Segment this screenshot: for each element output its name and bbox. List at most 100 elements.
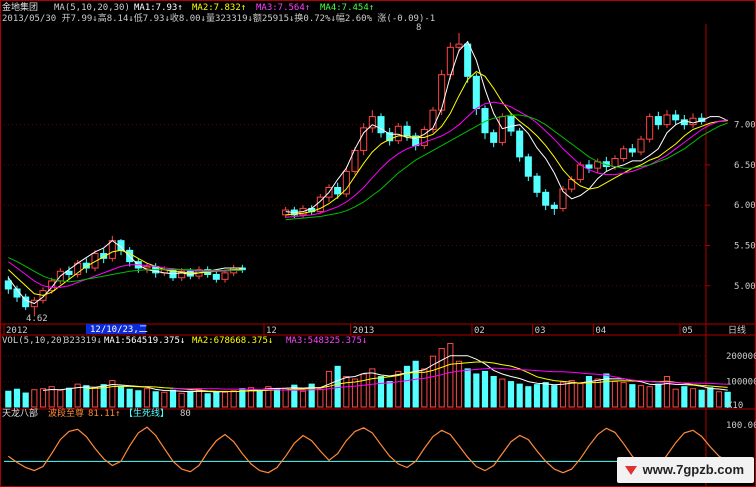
- vol-bar-down: [377, 376, 385, 408]
- vol-bar-down: [525, 386, 532, 408]
- ma-line-ma3: [8, 101, 728, 288]
- vol-bar-up: [559, 381, 567, 408]
- low-marker: 4.62: [26, 314, 48, 324]
- vol-bar-down: [65, 387, 73, 408]
- ma-line-ma1: [7, 40, 728, 305]
- vol-bar-up: [143, 388, 151, 408]
- ma4-value: MA4:7.454↑: [320, 3, 374, 13]
- vol-bar-up: [282, 387, 289, 408]
- cursor-date: 12/10/23,二: [90, 325, 148, 335]
- vol-bar-down: [204, 393, 211, 408]
- vol-bar-down: [707, 387, 714, 408]
- candle-down: [403, 125, 411, 137]
- vol-bar-down: [256, 389, 263, 408]
- vol-bar-up: [499, 378, 506, 408]
- watermark: www.7gpzb.com: [616, 457, 754, 483]
- vol-bar-up: [611, 381, 619, 408]
- indicator-tick-label: 100.00: [726, 421, 756, 431]
- candle-up: [498, 116, 506, 143]
- vol-bar-down: [655, 383, 662, 408]
- vol-bar-down: [187, 390, 194, 408]
- vol-bar-up: [637, 385, 645, 408]
- vol-bar-up: [447, 342, 454, 408]
- ma1-value: MA1:7.93↑: [134, 3, 183, 13]
- vol-bar-up: [438, 348, 445, 408]
- vol-ma2: MA2:678668.375↓: [192, 336, 273, 346]
- vol-bar-down: [533, 384, 541, 408]
- candle-down: [524, 156, 532, 177]
- vol-ma3: MA3:548325.375↓: [286, 336, 367, 346]
- vol-bar-up: [39, 388, 47, 408]
- candle-down: [628, 148, 636, 153]
- vol-bar-up: [568, 380, 575, 408]
- vol-bar-down: [481, 370, 489, 408]
- vol-value: 323319↓: [64, 336, 102, 346]
- vol-bar-up: [672, 388, 679, 408]
- candle-up: [394, 125, 402, 142]
- price-tick-label: 7.00: [734, 121, 756, 131]
- vol-bar-down: [629, 384, 636, 408]
- vol-tick-label: 100000: [726, 378, 756, 388]
- vol-tick-label: 200000: [726, 352, 756, 362]
- ma-label: MA(5,10,20,30): [54, 3, 130, 13]
- vol-bar-down: [516, 383, 523, 408]
- date-tick-label: 02: [474, 326, 485, 336]
- vol-bar-up: [178, 392, 185, 408]
- vol-bar-down: [5, 390, 12, 408]
- vol-bar-up: [195, 388, 203, 408]
- vol-bar-down: [169, 389, 177, 408]
- vol-bar-down: [22, 392, 29, 408]
- ma3-value: MA3:7.564↑: [256, 3, 310, 13]
- vol-bar-down: [386, 381, 393, 408]
- candle-down: [126, 249, 134, 263]
- vol-bar-down: [464, 368, 471, 408]
- vol-bar-down: [681, 386, 688, 408]
- ohlc-info-line: 2013/05/30 开7.99↓高8.14↓低7.93↓收8.00↓量3233…: [2, 12, 435, 24]
- stock-chart[interactable]: 7.006.506.005.505.0020121012201302030405…: [0, 0, 756, 487]
- vol-bar-up: [689, 388, 697, 408]
- vol-bar-up: [31, 389, 38, 408]
- vol-ma1: MA1:564519.375↓: [104, 336, 185, 346]
- vol-bar-up: [577, 383, 584, 408]
- price-tick-label: 6.50: [734, 161, 756, 171]
- period-label[interactable]: 日线: [728, 324, 746, 336]
- vol-bar-down: [542, 382, 549, 408]
- candle-down: [585, 164, 593, 169]
- vol-bar-down: [13, 388, 21, 408]
- vol-bar-up: [351, 378, 359, 408]
- vol-unit: X10: [727, 401, 743, 411]
- indicator-name: 天龙八部: [2, 407, 38, 419]
- vol-bar-up: [715, 391, 723, 408]
- vol-label: VOL(5,10,20): [2, 336, 67, 346]
- candle-down: [4, 280, 12, 290]
- high-marker: 8: [416, 23, 421, 33]
- vol-bar-up: [230, 390, 237, 408]
- candle-up: [143, 265, 151, 269]
- candle-up: [108, 240, 116, 259]
- candle-down: [672, 114, 680, 121]
- vol-bar-down: [412, 360, 419, 408]
- candle-up: [429, 109, 437, 130]
- candle-up: [637, 138, 645, 153]
- candle-down: [334, 186, 342, 195]
- candle-up: [646, 116, 654, 140]
- vol-bar-up: [343, 376, 350, 408]
- price-tick-label: 6.00: [734, 201, 756, 211]
- vol-bar-up: [57, 389, 64, 408]
- vol-bar-up: [594, 378, 601, 408]
- indicator-value: 81.11↑: [88, 409, 121, 419]
- vol-bar-down: [551, 385, 558, 408]
- candle-down: [542, 191, 550, 206]
- stock-name: 金地集团: [2, 1, 38, 13]
- candle-down: [472, 75, 480, 110]
- vol-bar-up: [395, 370, 402, 408]
- ma-line-ma4: [8, 114, 728, 283]
- date-tick-label: 03: [535, 326, 546, 336]
- price-tick-label: 5.50: [734, 241, 756, 251]
- indicator-lifeline: 【生死线】: [124, 407, 169, 419]
- candle-up: [620, 148, 628, 159]
- candle-down: [490, 132, 498, 143]
- date-tick-label: 2013: [353, 326, 375, 336]
- vol-bar-down: [152, 391, 159, 408]
- candle-down: [654, 116, 662, 126]
